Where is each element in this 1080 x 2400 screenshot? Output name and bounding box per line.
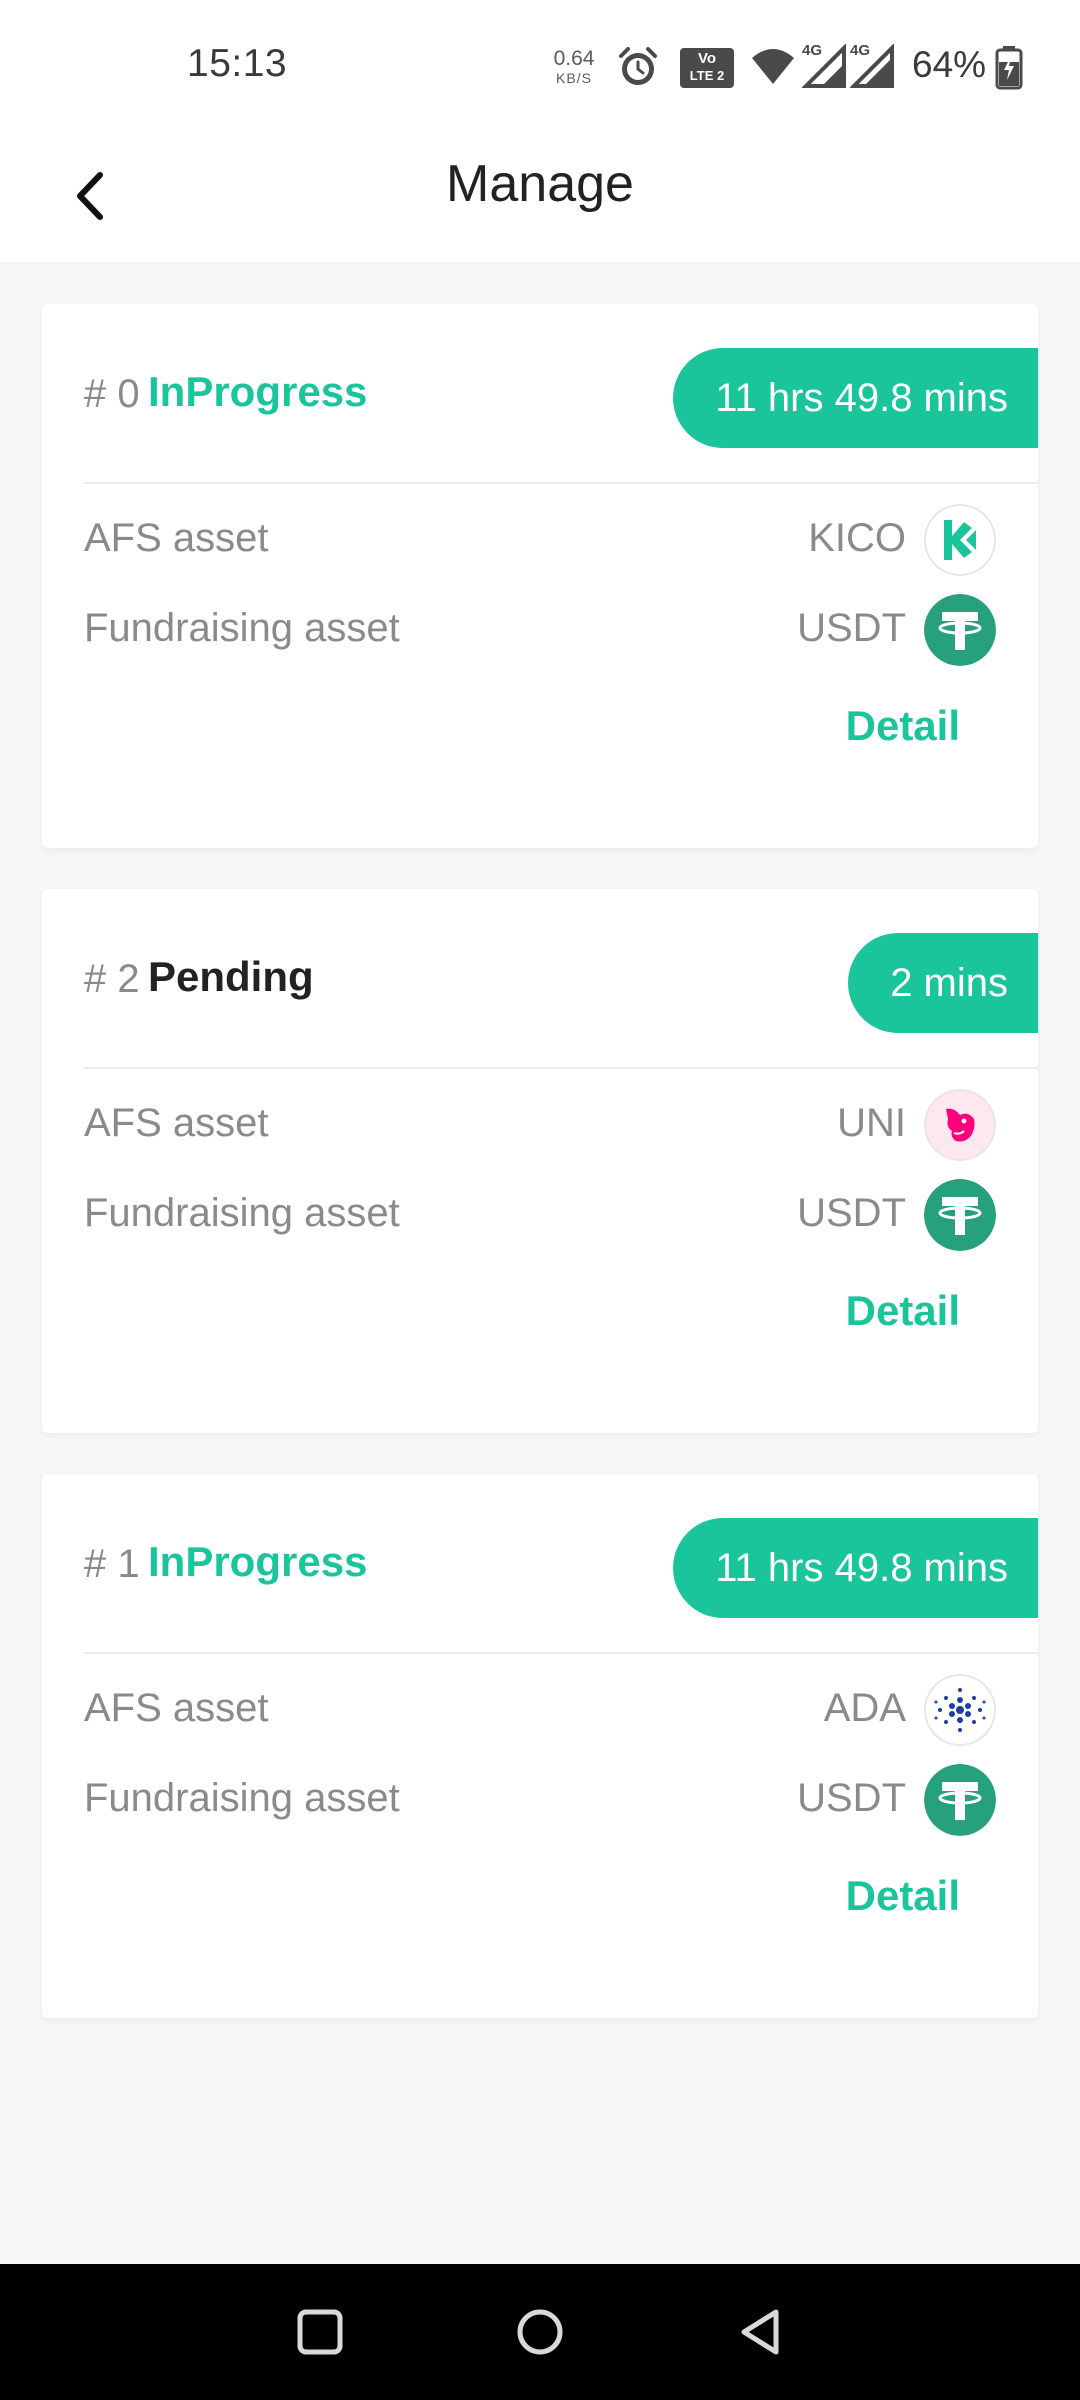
app-header: Manage xyxy=(0,136,1080,262)
countdown-timer: 11 hrs 49.8 mins xyxy=(673,1518,1038,1618)
card-header: # 1 InProgress 11 hrs 49.8 mins xyxy=(42,1474,1038,1652)
card-status: InProgress xyxy=(148,368,368,415)
system-nav-bar xyxy=(0,2264,1080,2400)
countdown-timer: 11 hrs 49.8 mins xyxy=(673,348,1038,448)
card-header: # 0 InProgress 11 hrs 49.8 mins xyxy=(42,304,1038,482)
signal-2-label: 4G xyxy=(850,42,871,59)
sale-card: # 2 Pending 2 mins AFS asset UNI Fundrai… xyxy=(42,889,1038,1433)
usdt-coin-icon xyxy=(924,594,996,666)
sale-card: # 0 InProgress 11 hrs 49.8 mins AFS asse… xyxy=(42,304,1038,848)
signal-icon-1: 4G xyxy=(802,42,848,90)
sale-card: # 1 InProgress 11 hrs 49.8 mins AFS asse… xyxy=(42,1474,1038,2018)
status-time: 15:13 xyxy=(187,42,288,85)
card-number: # 1 xyxy=(84,1542,140,1586)
recents-button[interactable] xyxy=(290,2302,350,2362)
network-speed-value: 0.64 xyxy=(553,47,595,70)
card-header: # 2 Pending 2 mins xyxy=(42,889,1038,1067)
network-speed: 0.64 KB/S xyxy=(548,48,600,85)
fundraising-asset-label: Fundraising asset xyxy=(84,1191,400,1235)
divider xyxy=(84,1652,1038,1654)
card-status: InProgress xyxy=(148,1538,368,1585)
usdt-coin-icon xyxy=(924,1179,996,1251)
uni-coin-icon xyxy=(924,1089,996,1161)
detail-link[interactable]: Detail xyxy=(846,702,960,750)
top-area: 15:13 0.64 KB/S Vo LTE 2 4G 4G 64% Manag… xyxy=(0,0,1080,262)
volte-bottom-label: LTE 2 xyxy=(689,68,725,83)
afs-asset-label: AFS asset xyxy=(84,516,269,560)
detail-link[interactable]: Detail xyxy=(846,1287,960,1335)
back-button[interactable] xyxy=(50,156,130,236)
fundraising-asset-row: Fundraising asset USDT xyxy=(84,592,996,672)
status-bar: 15:13 0.64 KB/S Vo LTE 2 4G 4G 64% xyxy=(0,0,1080,136)
fundraising-asset-value: USDT xyxy=(797,1776,906,1820)
volte-icon: Vo LTE 2 xyxy=(680,48,734,88)
back-arrow-icon xyxy=(77,172,103,220)
fundraising-asset-row: Fundraising asset USDT xyxy=(84,1762,996,1842)
ada-coin-icon xyxy=(924,1674,996,1746)
card-status: Pending xyxy=(148,953,314,1000)
fundraising-asset-row: Fundraising asset USDT xyxy=(84,1177,996,1257)
home-button[interactable] xyxy=(510,2302,570,2362)
signal-icon-2: 4G xyxy=(850,42,896,90)
signal-1-label: 4G xyxy=(802,42,823,59)
network-speed-unit: KB/S xyxy=(556,70,592,86)
battery-charging-icon xyxy=(995,46,1023,90)
fundraising-asset-value: USDT xyxy=(797,1191,906,1235)
countdown-timer: 2 mins xyxy=(848,933,1038,1033)
afs-asset-value: KICO xyxy=(808,516,906,560)
afs-asset-row: AFS asset UNI xyxy=(84,1087,996,1167)
afs-asset-row: AFS asset KICO xyxy=(84,502,996,582)
battery-percent: 64% xyxy=(912,44,987,85)
back-nav-button[interactable] xyxy=(730,2302,790,2362)
fundraising-asset-label: Fundraising asset xyxy=(84,1776,400,1820)
page-title: Manage xyxy=(446,155,634,213)
alarm-icon xyxy=(619,47,657,85)
card-number: # 0 xyxy=(84,372,140,416)
afs-asset-label: AFS asset xyxy=(84,1101,269,1145)
wifi-icon xyxy=(752,49,794,84)
afs-asset-row: AFS asset ADA xyxy=(84,1672,996,1752)
detail-link[interactable]: Detail xyxy=(846,1872,960,1920)
afs-asset-value: ADA xyxy=(823,1686,906,1730)
volte-top-label: Vo xyxy=(697,50,717,67)
usdt-coin-icon xyxy=(924,1764,996,1836)
divider xyxy=(84,1067,1038,1069)
card-number: # 2 xyxy=(84,957,140,1001)
afs-asset-label: AFS asset xyxy=(84,1686,269,1730)
afs-asset-value: UNI xyxy=(837,1101,906,1145)
fundraising-asset-value: USDT xyxy=(797,606,906,650)
kico-coin-icon xyxy=(924,504,996,576)
fundraising-asset-label: Fundraising asset xyxy=(84,606,400,650)
divider xyxy=(84,482,1038,484)
